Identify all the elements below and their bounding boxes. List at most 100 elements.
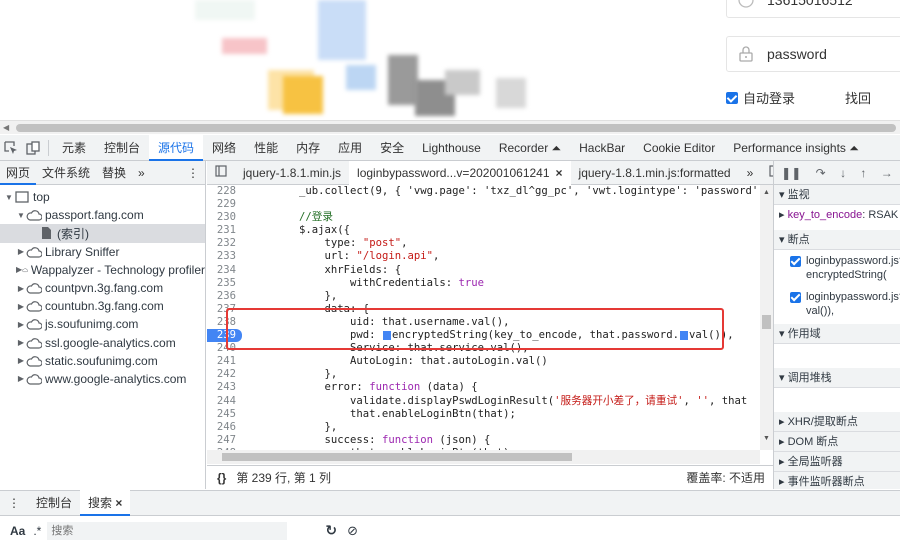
line-number[interactable]: 233: [207, 250, 242, 263]
step-into-icon[interactable]: ↓: [840, 166, 846, 180]
tab-console[interactable]: 控制台: [95, 135, 149, 161]
line-number[interactable]: 230: [207, 211, 242, 224]
line-number[interactable]: 247: [207, 434, 242, 447]
pretty-print-icon[interactable]: {}: [207, 471, 236, 485]
breakpoint-entry[interactable]: loginbypassword.js? encryptedString(: [774, 250, 900, 286]
code-line[interactable]: 240 Service: that.service.val(),: [207, 342, 760, 355]
collapsed-triangle-icon[interactable]: ▶: [16, 302, 26, 311]
breakpoint-entry[interactable]: loginbypassword.js? val()),: [774, 286, 900, 322]
line-number[interactable]: 238: [207, 316, 242, 329]
xhr-breakpoints-header[interactable]: ▸ XHR/提取断点: [774, 412, 900, 432]
scrollbar-thumb[interactable]: [222, 453, 572, 461]
code-line[interactable]: 244 validate.displayPswdLoginResult('服务器…: [207, 395, 760, 408]
line-number[interactable]: 235: [207, 277, 242, 290]
step-over-icon[interactable]: ↷: [816, 166, 826, 180]
auto-login-row[interactable]: 自动登录 找回: [726, 88, 871, 107]
kebab-menu-icon[interactable]: ⋮: [181, 161, 205, 185]
collapsed-triangle-icon[interactable]: ▶: [16, 284, 26, 293]
scroll-down-icon[interactable]: ▼: [763, 435, 770, 442]
scroll-up-icon[interactable]: ▲: [763, 189, 770, 196]
line-number[interactable]: 237: [207, 303, 242, 316]
code-line[interactable]: 236 },: [207, 290, 760, 303]
code-line[interactable]: 228 _ub.collect(9, { 'vwg.page': 'txz_dl…: [207, 185, 760, 198]
editor-vertical-scrollbar[interactable]: ▲ ▼: [760, 185, 773, 450]
tab-memory[interactable]: 内存: [287, 135, 329, 161]
tree-item[interactable]: ▶ Library Sniffer: [0, 243, 205, 261]
watch-expression[interactable]: ▸ key_to_encode: RSAK: [774, 205, 900, 224]
scope-section-header[interactable]: ▾ 作用域: [774, 324, 900, 344]
code-line[interactable]: 231 $.ajax({: [207, 224, 760, 237]
search-input[interactable]: [47, 521, 288, 540]
global-listeners-header[interactable]: ▸ 全局监听器: [774, 452, 900, 472]
line-number[interactable]: 229: [207, 198, 242, 211]
tab-security[interactable]: 安全: [371, 135, 413, 161]
tab-cookie-editor[interactable]: Cookie Editor: [634, 135, 724, 161]
tree-item[interactable]: ▶ Wappalyzer - Technology profiler: [0, 261, 205, 279]
drawer-menu-icon[interactable]: ⋮: [0, 490, 28, 516]
code-line[interactable]: 238 uid: that.username.val(),: [207, 316, 760, 329]
tree-item[interactable]: ▶ countubn.3g.fang.com: [0, 297, 205, 315]
line-number[interactable]: 228: [207, 185, 242, 198]
device-toolbar-icon[interactable]: [22, 135, 44, 161]
clear-icon[interactable]: ⊘: [347, 523, 358, 539]
code-line[interactable]: 242 },: [207, 368, 760, 381]
toggle-navigator-icon[interactable]: [207, 161, 235, 185]
line-number[interactable]: 241: [207, 355, 242, 368]
expanded-triangle-icon[interactable]: ▼: [16, 211, 26, 220]
editor-tab[interactable]: jquery-1.8.1.min.js: [235, 161, 349, 185]
tree-item[interactable]: (索引): [0, 224, 205, 243]
breakpoints-section-header[interactable]: ▾ 断点: [774, 230, 900, 250]
page-horizontal-scrollbar[interactable]: ◀: [0, 120, 900, 134]
tree-item[interactable]: ▶ countpvn.3g.fang.com: [0, 279, 205, 297]
collapsed-triangle-icon[interactable]: ▶: [16, 374, 26, 383]
tree-item[interactable]: ▶ ssl.google-analytics.com: [0, 334, 205, 352]
breakpoint-checkbox[interactable]: [790, 256, 801, 267]
tab-sources[interactable]: 源代码: [149, 134, 204, 161]
event-listener-breakpoints-header[interactable]: ▸ 事件监听器断点: [774, 472, 900, 489]
editor-horizontal-scrollbar[interactable]: [207, 450, 760, 464]
line-number[interactable]: 242: [207, 368, 242, 381]
line-number[interactable]: 245: [207, 408, 242, 421]
tab-application[interactable]: 应用: [329, 135, 371, 161]
line-number[interactable]: 232: [207, 237, 242, 250]
code-line[interactable]: 247 success: function (json) {: [207, 434, 760, 447]
more-tabs-icon[interactable]: »: [739, 161, 762, 185]
tree-item[interactable]: ▼ top: [0, 188, 205, 206]
collapsed-triangle-icon[interactable]: ▶: [16, 356, 26, 365]
tree-item[interactable]: ▶ www.google-analytics.com: [0, 370, 205, 388]
expanded-triangle-icon[interactable]: ▼: [4, 193, 14, 202]
drawer-tab-console[interactable]: 控制台: [28, 490, 80, 516]
code-line[interactable]: 243 error: function (data) {: [207, 381, 760, 394]
line-number[interactable]: 244: [207, 395, 242, 408]
callstack-section-header[interactable]: ▾ 调用堆栈: [774, 368, 900, 388]
tab-recorder[interactable]: Recorder ⏶: [490, 135, 570, 161]
tree-item[interactable]: ▶ static.soufunimg.com: [0, 352, 205, 370]
tab-filesystem[interactable]: 文件系统: [36, 161, 96, 185]
line-number[interactable]: 236: [207, 290, 242, 303]
more-tabs-icon[interactable]: »: [132, 161, 151, 185]
forgot-link[interactable]: 找回: [845, 88, 871, 107]
password-field[interactable]: password: [726, 36, 900, 72]
code-line[interactable]: 229: [207, 198, 760, 211]
tab-overrides[interactable]: 替换: [96, 161, 132, 185]
close-icon[interactable]: ×: [556, 166, 563, 180]
step-out-icon[interactable]: ↑: [860, 166, 866, 180]
code-line[interactable]: 239 pwd: encryptedString(key_to_encode, …: [207, 329, 760, 343]
username-field[interactable]: 13615016512: [726, 0, 900, 18]
code-line[interactable]: 245 that.enableLoginBtn(that);: [207, 408, 760, 421]
code-line[interactable]: 241 AutoLogin: that.autoLogin.val(): [207, 355, 760, 368]
scroll-left-icon[interactable]: ◀: [3, 123, 9, 132]
watch-section-header[interactable]: ▾ 监视: [774, 185, 900, 205]
code-line[interactable]: 230 //登录: [207, 211, 760, 224]
step-icon[interactable]: →: [881, 166, 893, 180]
tab-performance[interactable]: 性能: [245, 135, 287, 161]
scrollbar-thumb[interactable]: [16, 124, 896, 132]
tree-item[interactable]: ▶ js.soufunimg.com: [0, 315, 205, 333]
line-number[interactable]: 231: [207, 224, 242, 237]
refresh-icon[interactable]: ↻: [325, 522, 337, 539]
close-icon[interactable]: ×: [115, 496, 122, 510]
match-case-toggle[interactable]: Aa: [0, 524, 33, 538]
auto-login-checkbox[interactable]: [726, 91, 738, 104]
tab-lighthouse[interactable]: Lighthouse: [413, 135, 490, 161]
code-line[interactable]: 235 withCredentials: true: [207, 277, 760, 290]
